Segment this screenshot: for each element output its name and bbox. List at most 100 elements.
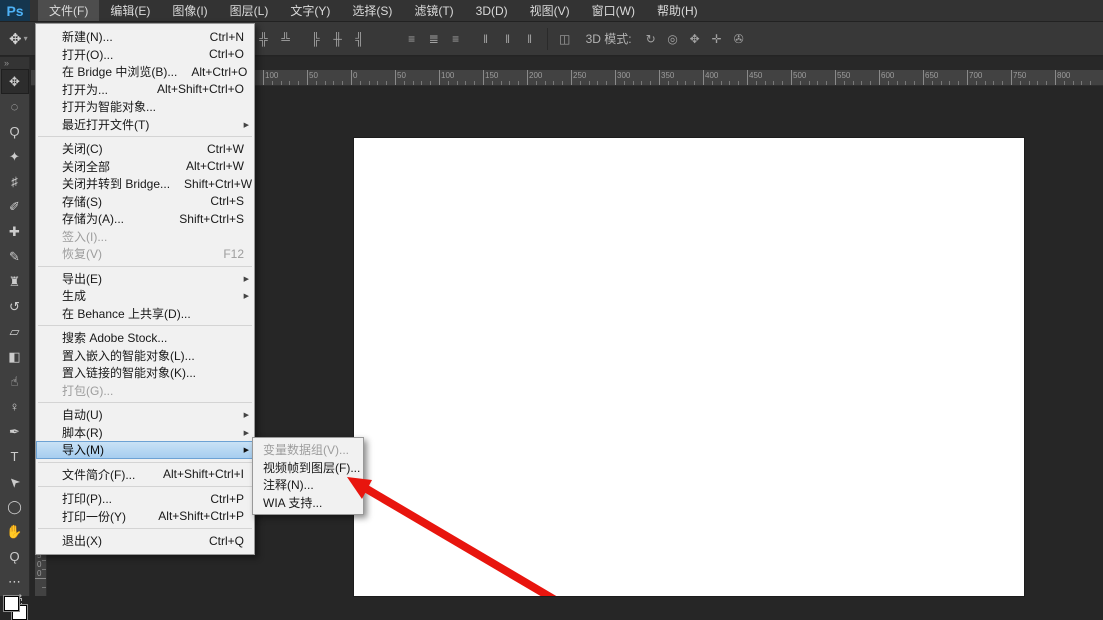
foreground-color-swatch[interactable] — [4, 596, 19, 611]
file-menu-item[interactable]: 打开为...Alt+Shift+Ctrl+O — [36, 81, 254, 99]
marquee-tool-icon: ◌ — [11, 99, 19, 114]
ruler-tick — [659, 70, 660, 85]
file-menu-item[interactable]: 置入嵌入的智能对象(L)... — [36, 347, 254, 365]
edit-toolbar[interactable]: ⋯ — [1, 569, 29, 594]
collapse-panel-button[interactable]: » — [0, 57, 29, 69]
align-bottom-edges-icon[interactable]: ╩ — [275, 28, 297, 50]
file-menu-item[interactable]: 打印一份(Y)Alt+Shift+Ctrl+P — [36, 508, 254, 526]
brush-tool[interactable]: ✎ — [1, 244, 29, 269]
distribute-vertical-centers-icon[interactable]: ≣ — [423, 28, 445, 50]
move-tool[interactable]: ✥ — [1, 69, 29, 94]
gradient-tool[interactable]: ◧ — [1, 344, 29, 369]
file-menu-item[interactable]: 签入(I)... — [36, 228, 254, 246]
shape-tool-icon: ◯ — [7, 499, 22, 515]
file-menu-item[interactable]: 关闭并转到 Bridge...Shift+Ctrl+W — [36, 175, 254, 193]
current-tool-move-icon[interactable]: ✥ — [9, 30, 22, 48]
file-menu-item[interactable]: 打开为智能对象... — [36, 98, 254, 116]
align-horizontal-centers-icon[interactable]: ╫ — [327, 28, 349, 50]
eraser-tool[interactable]: ▱ — [1, 319, 29, 344]
menu-item-label: 打开(O)... — [62, 46, 113, 63]
eyedropper-tool[interactable]: ✐ — [1, 194, 29, 219]
healing-brush-tool[interactable]: ✚ — [1, 219, 29, 244]
file-menu-item[interactable]: 在 Behance 上共享(D)... — [36, 305, 254, 323]
file-menu-item[interactable]: 导出(E)▶ — [36, 270, 254, 288]
distribute-left-edges-icon[interactable]: ǁ — [475, 28, 497, 50]
tool-preset-caret-icon[interactable]: ▾ — [24, 34, 28, 43]
ruler-tick — [809, 81, 810, 85]
align-left-edges-icon[interactable]: ╠ — [305, 28, 327, 50]
path-selection-tool-icon: ➤ — [5, 472, 24, 491]
file-menu-item[interactable]: 打开(O)...Ctrl+O — [36, 46, 254, 64]
file-menu-item[interactable]: 新建(N)...Ctrl+N — [36, 28, 254, 46]
path-selection-tool[interactable]: ➤ — [1, 469, 29, 494]
ruler-tick — [413, 81, 414, 85]
pen-tool[interactable]: ✒ — [1, 419, 29, 444]
type-tool[interactable]: T — [1, 444, 29, 469]
align-right-edges-icon[interactable]: ╣ — [349, 28, 371, 50]
menubar-item[interactable]: 帮助(H) — [646, 0, 709, 21]
file-menu-item[interactable]: 在 Bridge 中浏览(B)...Alt+Ctrl+O — [36, 63, 254, 81]
file-menu-item[interactable]: 自动(U)▶ — [36, 406, 254, 424]
menubar-item[interactable]: 文字(Y) — [279, 0, 341, 21]
file-menu-item[interactable]: 存储为(A)...Shift+Ctrl+S — [36, 210, 254, 228]
menubar-item[interactable]: 窗口(W) — [581, 0, 646, 21]
quick-selection-tool[interactable]: ✦ — [1, 144, 29, 169]
file-menu-item[interactable]: 导入(M)▶ — [36, 441, 254, 459]
menubar-item[interactable]: 图层(L) — [219, 0, 280, 21]
ruler-tick — [333, 81, 334, 85]
lasso-tool[interactable]: Ϙ — [1, 119, 29, 144]
dodge-tool[interactable]: ♀ — [1, 394, 29, 419]
menubar-item[interactable]: 3D(D) — [465, 0, 519, 21]
pen-tool-icon: ✒ — [9, 424, 20, 440]
menu-item-shortcut: Alt+Ctrl+O — [177, 65, 247, 79]
history-brush-tool[interactable]: ↺ — [1, 294, 29, 319]
file-menu-item[interactable]: 关闭(C)Ctrl+W — [36, 140, 254, 158]
distribute-top-edges-icon[interactable]: ≡ — [401, 28, 423, 50]
file-menu-item[interactable]: 恢复(V)F12 — [36, 245, 254, 263]
distribute-bottom-edges-icon[interactable]: ≡ — [445, 28, 467, 50]
file-menu-item[interactable]: 打包(G)... — [36, 382, 254, 400]
distribute-right-edges-icon[interactable]: ǁ — [519, 28, 541, 50]
file-menu-item[interactable]: 文件简介(F)...Alt+Shift+Ctrl+I — [36, 466, 254, 484]
file-menu-item[interactable]: 生成▶ — [36, 287, 254, 305]
zoom-tool[interactable]: Ǫ — [1, 544, 29, 569]
menubar-item[interactable]: 视图(V) — [519, 0, 581, 21]
ruler-label: 350 — [661, 71, 674, 80]
file-menu-item[interactable]: 关闭全部Alt+Ctrl+W — [36, 158, 254, 176]
menubar-item[interactable]: 编辑(E) — [99, 0, 161, 21]
ruler-tick — [888, 81, 889, 85]
3d-slide-icon[interactable]: ✛ — [706, 28, 728, 50]
menubar-item[interactable]: 文件(F) — [38, 0, 99, 21]
3d-roll-icon[interactable]: ◎ — [662, 28, 684, 50]
smudge-tool[interactable]: ☝ — [1, 369, 29, 394]
distribute-horizontal-centers-icon[interactable]: ǁ — [497, 28, 519, 50]
shape-tool[interactable]: ◯ — [1, 494, 29, 519]
file-menu-item[interactable]: 存储(S)Ctrl+S — [36, 193, 254, 211]
document-canvas[interactable] — [354, 138, 1024, 596]
3d-orbit-icon[interactable]: ↻ — [640, 28, 662, 50]
ruler-tick — [483, 70, 484, 85]
file-menu-item[interactable]: 最近打开文件(T)▶ — [36, 116, 254, 134]
auto-align-layers-icon[interactable]: ◫ — [554, 28, 576, 50]
import-submenu-item[interactable]: 视频帧到图层(F)... — [253, 459, 363, 477]
import-submenu-item[interactable]: 变量数据组(V)... — [253, 441, 363, 459]
file-menu-item[interactable]: 置入链接的智能对象(K)... — [36, 364, 254, 382]
3d-pan-icon[interactable]: ✥ — [684, 28, 706, 50]
file-menu-item[interactable]: 退出(X)Ctrl+Q — [36, 532, 254, 550]
ruler-tick — [289, 81, 290, 85]
file-menu-item[interactable]: 脚本(R)▶ — [36, 424, 254, 442]
clone-stamp-tool[interactable]: ♜ — [1, 269, 29, 294]
file-menu-item[interactable]: 打印(P)...Ctrl+P — [36, 490, 254, 508]
marquee-tool[interactable]: ◌ — [1, 94, 29, 119]
file-menu-item[interactable]: 搜索 Adobe Stock... — [36, 329, 254, 347]
ruler-label: 250 — [573, 71, 586, 80]
3d-dolly-camera-icon[interactable]: ✇ — [728, 28, 750, 50]
menubar-item[interactable]: 图像(I) — [161, 0, 218, 21]
crop-tool[interactable]: ♯ — [1, 169, 29, 194]
menubar-item[interactable]: 选择(S) — [341, 0, 403, 21]
import-submenu-item[interactable]: 注释(N)... — [253, 476, 363, 494]
menubar-item[interactable]: 滤镜(T) — [403, 0, 464, 21]
align-vertical-centers-icon[interactable]: ╬ — [253, 28, 275, 50]
import-submenu-item[interactable]: WIA 支持... — [253, 494, 363, 512]
hand-tool[interactable]: ✋ — [1, 519, 29, 544]
